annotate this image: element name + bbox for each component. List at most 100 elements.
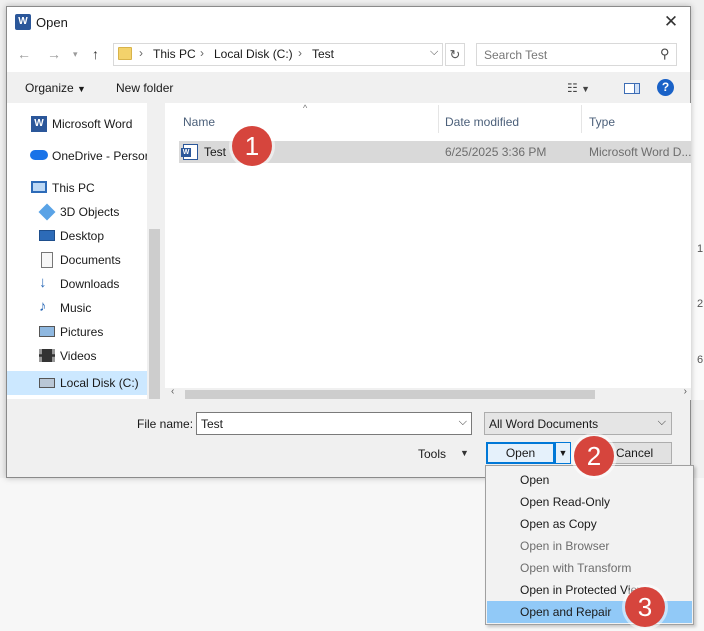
new-folder-button[interactable]: New folder [116,81,173,95]
nav-label: Music [60,301,92,315]
download-icon: ↓ [39,274,47,291]
navigation-pane: W Microsoft Word OneDrive - Persor This … [7,103,162,399]
horizontal-scrollbar[interactable]: ‹ › [165,386,691,400]
chevron-down-icon[interactable]: ⌵ [430,46,438,59]
menu-item-open-with-transform: Open with Transform [487,557,692,579]
organize-button[interactable]: Organize ▼ [25,81,86,95]
menu-item-label: Open in Protected View [520,583,646,597]
scroll-left-icon[interactable]: ‹ [171,386,174,397]
preview-pane-icon[interactable] [624,83,640,94]
file-name: Test [204,145,227,159]
tools-button[interactable]: Tools [418,447,446,461]
chevron-right-icon[interactable]: › [298,46,302,60]
nav-item-this-pc[interactable]: This PC [7,176,147,200]
dialog-title: Open [36,15,68,30]
nav-label: Desktop [60,229,105,243]
scrollbar-thumb[interactable] [185,390,595,399]
sort-ascending-icon: ^ [303,103,308,113]
breadcrumb-item[interactable]: Test [312,47,334,61]
navigation-bar: ← → ▾ ↑ › This PC › Local Disk (C:) › Te… [7,38,690,72]
view-options-icon[interactable]: ☷ ▼ [567,81,590,95]
file-name-input[interactable]: Test ⌵ [196,412,472,435]
address-bar[interactable]: › This PC › Local Disk (C:) › Test ⌵ [113,43,443,66]
forward-icon[interactable]: → [47,46,61,62]
breadcrumb-item[interactable]: Local Disk (C:) [214,47,293,61]
menu-item-open-in-browser: Open in Browser [487,535,692,557]
word-icon: W [15,14,31,30]
chevron-right-icon[interactable]: › [200,46,204,60]
menu-item-label: Open as Copy [520,517,597,531]
nav-label: Documents [60,253,121,267]
file-type-filter[interactable]: All Word Documents ⌵ [484,412,672,435]
scroll-right-icon[interactable]: › [684,386,687,397]
column-header-type[interactable]: Type [589,115,615,129]
column-divider[interactable] [438,105,439,133]
up-icon[interactable]: ↑ [92,46,99,62]
menu-item-open-read-only[interactable]: Open Read-Only [487,491,692,513]
nav-label: Pictures [60,325,104,339]
back-icon[interactable]: ← [17,46,31,62]
nav-item-pictures[interactable]: Pictures [7,320,147,344]
background-right-edge: 1, 2, 6, [690,80,704,400]
open-button[interactable]: Open [486,442,555,464]
close-icon[interactable]: ✕ [660,11,682,33]
nav-item-music[interactable]: ♪ Music [7,296,147,320]
search-placeholder: Search Test [484,48,548,62]
desktop-icon [39,230,55,241]
videos-icon [39,349,55,362]
open-dialog: W Open ✕ ← → ▾ ↑ › This PC › Local Disk … [6,6,691,478]
cube-icon [38,203,56,221]
nav-item-3d-objects[interactable]: 3D Objects [7,200,147,224]
chevron-right-icon[interactable]: › [139,46,143,60]
nav-item-downloads[interactable]: ↓ Downloads [7,272,147,296]
file-type: Microsoft Word D... [589,145,692,159]
scrollbar-thumb[interactable] [149,229,160,399]
pictures-icon [39,326,55,337]
computer-icon [31,181,47,193]
nav-item-onedrive[interactable]: OneDrive - Persor [7,144,149,168]
step-marker-2: 2 [574,436,614,476]
drive-icon [39,378,55,388]
word-document-icon [181,144,198,160]
search-input[interactable]: Search Test ⚲ [476,43,677,66]
menu-item-label: Open Read-Only [520,495,611,509]
background-value: 2, [697,298,704,310]
open-options-dropdown[interactable]: ▼ [555,442,571,464]
file-date: 6/25/2025 3:36 PM [445,145,547,159]
nav-label: Downloads [60,277,120,291]
step-marker-1: 1 [232,126,272,166]
breadcrumb-item[interactable]: This PC [153,47,196,61]
refresh-icon[interactable]: ↻ [445,43,465,66]
nav-item-microsoft-word[interactable]: W Microsoft Word [7,112,147,136]
chevron-down-icon: ▼ [77,84,86,94]
nav-item-videos[interactable]: Videos [7,344,147,368]
nav-item-local-disk[interactable]: Local Disk (C:) [7,371,147,395]
chevron-down-icon[interactable]: ▼ [460,448,469,458]
nav-scrollbar[interactable] [147,103,162,399]
folder-icon [118,47,132,60]
menu-item-label: Open and Repair [520,605,612,619]
chevron-down-icon[interactable]: ⌵ [658,416,666,429]
menu-item-label: Open [520,473,550,487]
cloud-icon [30,150,48,160]
column-header-name[interactable]: Name [183,115,215,129]
organize-label: Organize [25,81,74,95]
help-icon[interactable]: ? [657,79,674,96]
nav-label: 3D Objects [60,205,120,219]
toolbar: Organize ▼ New folder ☷ ▼ ? [7,72,690,103]
column-divider[interactable] [581,105,582,133]
column-header-date[interactable]: Date modified [445,115,519,129]
nav-item-desktop[interactable]: Desktop [7,224,147,248]
title-bar: W Open ✕ [7,7,690,38]
nav-label: This PC [52,181,95,195]
menu-item-open-as-copy[interactable]: Open as Copy [487,513,692,535]
nav-label: Videos [60,349,97,363]
nav-label: Microsoft Word [52,117,133,131]
music-icon: ♪ [39,298,47,315]
nav-label: Local Disk (C:) [60,376,139,390]
chevron-down-icon[interactable]: ⌵ [459,416,467,429]
nav-item-documents[interactable]: Documents [7,248,147,272]
documents-icon [41,252,53,268]
file-name-label: File name: [137,417,194,431]
recent-dropdown-icon[interactable]: ▾ [73,49,78,60]
